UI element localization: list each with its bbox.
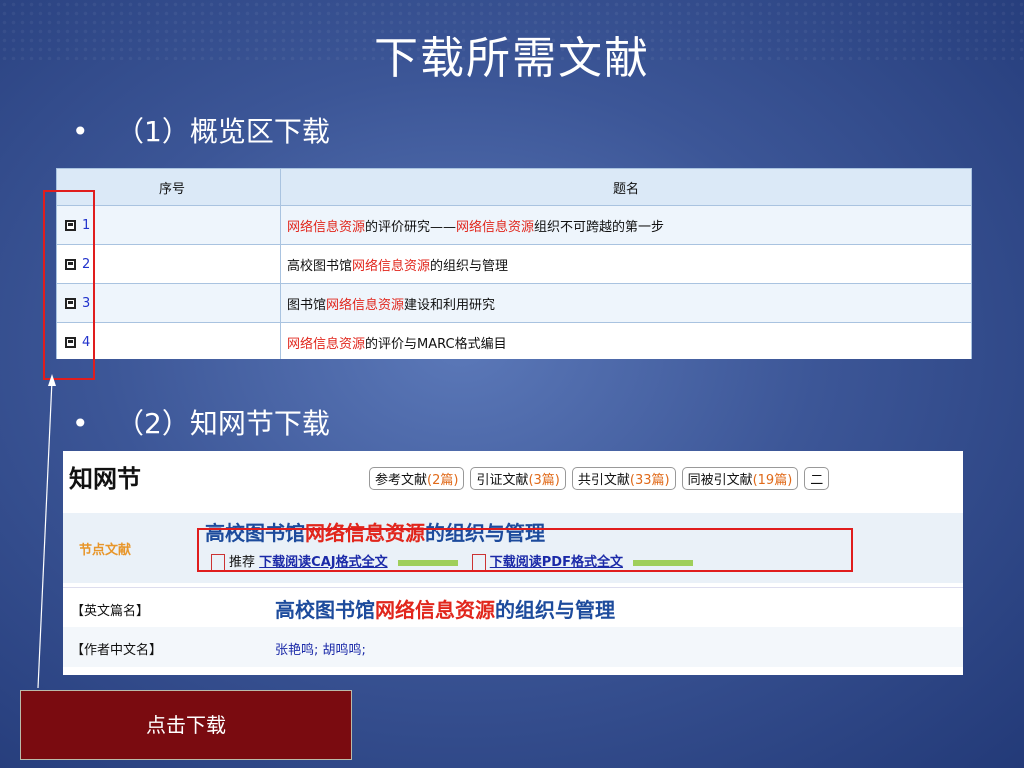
click-download-button[interactable]: 点击下载 bbox=[20, 690, 352, 760]
pointer-arrow bbox=[37, 374, 56, 689]
